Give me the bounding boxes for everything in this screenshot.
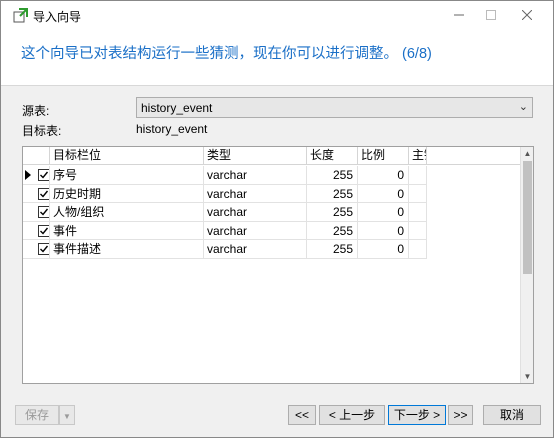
column-header-field[interactable]: 目标栏位 — [50, 147, 204, 165]
scroll-up-icon[interactable]: ▲ — [521, 147, 534, 160]
table-row[interactable]: 事件描述 varchar 255 0 — [23, 240, 427, 259]
wizard-header: 这个向导已对表结构运行一些猜测，现在你可以进行调整。 (6/8) — [1, 29, 553, 85]
source-table-value: history_event — [141, 101, 213, 115]
scroll-down-icon[interactable]: ▼ — [521, 370, 534, 383]
cell-scale[interactable]: 0 — [358, 221, 409, 240]
cell-length[interactable]: 255 — [307, 203, 358, 221]
cell-type[interactable]: varchar — [204, 166, 307, 184]
column-header-type[interactable]: 类型 — [204, 147, 307, 165]
target-table-value: history_event — [136, 122, 208, 136]
cell-primary-key[interactable] — [409, 203, 427, 221]
header-selector — [23, 147, 50, 165]
include-checkbox[interactable] — [38, 243, 49, 255]
table-row[interactable]: 人物/组织 varchar 255 0 — [23, 203, 427, 222]
table-row[interactable]: 序号 varchar 255 0 — [23, 166, 427, 185]
last-step-button[interactable]: >> — [448, 405, 473, 425]
first-step-button[interactable]: << — [288, 405, 316, 425]
cell-primary-key[interactable] — [409, 240, 427, 258]
cell-scale[interactable]: 0 — [358, 184, 409, 203]
save-button[interactable]: 保存 — [15, 405, 59, 425]
source-table-label: 源表: — [22, 104, 50, 118]
cell-type[interactable]: varchar — [204, 240, 307, 258]
cell-length[interactable]: 255 — [307, 240, 358, 258]
scrollbar-thumb[interactable] — [523, 161, 532, 274]
column-header-scale[interactable]: 比例 — [358, 147, 409, 165]
close-button[interactable] — [509, 1, 545, 29]
current-row-icon — [25, 170, 31, 180]
checkmark-icon — [40, 208, 49, 216]
checkmark-icon — [40, 227, 49, 235]
maximize-icon — [486, 10, 496, 20]
row-selector[interactable] — [23, 203, 50, 221]
minimize-icon — [454, 14, 464, 16]
checkmark-icon — [40, 190, 49, 198]
table-row[interactable]: 历史时期 varchar 255 0 — [23, 184, 427, 203]
cell-scale[interactable]: 0 — [358, 240, 409, 258]
import-wizard-window: 导入向导 这个向导已对表结构运行一些猜测，现在你可以进行调整。 (6/8) 源表… — [0, 0, 554, 438]
row-selector[interactable] — [23, 166, 50, 184]
chevron-down-icon: ▼ — [63, 412, 71, 421]
cell-scale[interactable]: 0 — [358, 166, 409, 184]
cell-type[interactable]: varchar — [204, 203, 307, 221]
include-checkbox[interactable] — [38, 206, 49, 218]
minimize-button[interactable] — [441, 1, 477, 29]
cell-field-name[interactable]: 序号 — [50, 166, 204, 184]
include-checkbox[interactable] — [38, 169, 49, 181]
cell-primary-key[interactable] — [409, 166, 427, 184]
column-header-primary-key[interactable]: 主键 — [409, 147, 427, 165]
close-icon — [522, 10, 532, 20]
cell-field-name[interactable]: 人物/组织 — [50, 203, 204, 221]
row-selector[interactable] — [23, 240, 50, 258]
window-title: 导入向导 — [33, 10, 82, 24]
cell-primary-key[interactable] — [409, 221, 427, 240]
cell-scale[interactable]: 0 — [358, 203, 409, 221]
include-checkbox[interactable] — [38, 187, 49, 200]
row-selector[interactable] — [23, 184, 50, 203]
column-header-length[interactable]: 长度 — [307, 147, 358, 165]
chevron-down-icon: ⌄ — [518, 101, 528, 113]
checkmark-icon — [40, 245, 49, 253]
cell-field-name[interactable]: 事件描述 — [50, 240, 204, 258]
import-wizard-icon — [13, 8, 29, 24]
cell-field-name[interactable]: 事件 — [50, 221, 204, 240]
vertical-scrollbar[interactable]: ▲ ▼ — [520, 147, 533, 383]
title-bar: 导入向导 — [1, 1, 553, 29]
source-table-select[interactable]: history_event ⌄ — [136, 97, 533, 118]
target-table-label: 目标表: — [22, 124, 62, 138]
cell-type[interactable]: varchar — [204, 221, 307, 240]
next-button[interactable]: 下一步 > — [388, 405, 446, 425]
table-row[interactable]: 事件 varchar 255 0 — [23, 221, 427, 240]
checkmark-icon — [40, 171, 49, 179]
include-checkbox[interactable] — [38, 224, 49, 237]
save-dropdown-button[interactable]: ▼ — [59, 405, 75, 425]
cancel-button[interactable]: 取消 — [483, 405, 541, 425]
maximize-button[interactable] — [473, 1, 509, 29]
row-selector[interactable] — [23, 221, 50, 240]
cell-primary-key[interactable] — [409, 184, 427, 203]
header-divider — [1, 85, 553, 86]
cell-length[interactable]: 255 — [307, 184, 358, 203]
previous-button[interactable]: < 上一步 — [319, 405, 385, 425]
cell-length[interactable]: 255 — [307, 166, 358, 184]
cell-field-name[interactable]: 历史时期 — [50, 184, 204, 203]
cell-type[interactable]: varchar — [204, 184, 307, 203]
grid-header: 目标栏位 类型 长度 比例 主键 — [23, 147, 520, 165]
field-grid: 目标栏位 类型 长度 比例 主键 序号varchar2550历史时期varcha… — [22, 146, 534, 384]
cell-length[interactable]: 255 — [307, 221, 358, 240]
wizard-instruction: 这个向导已对表结构运行一些猜测，现在你可以进行调整。 (6/8) — [21, 46, 432, 62]
